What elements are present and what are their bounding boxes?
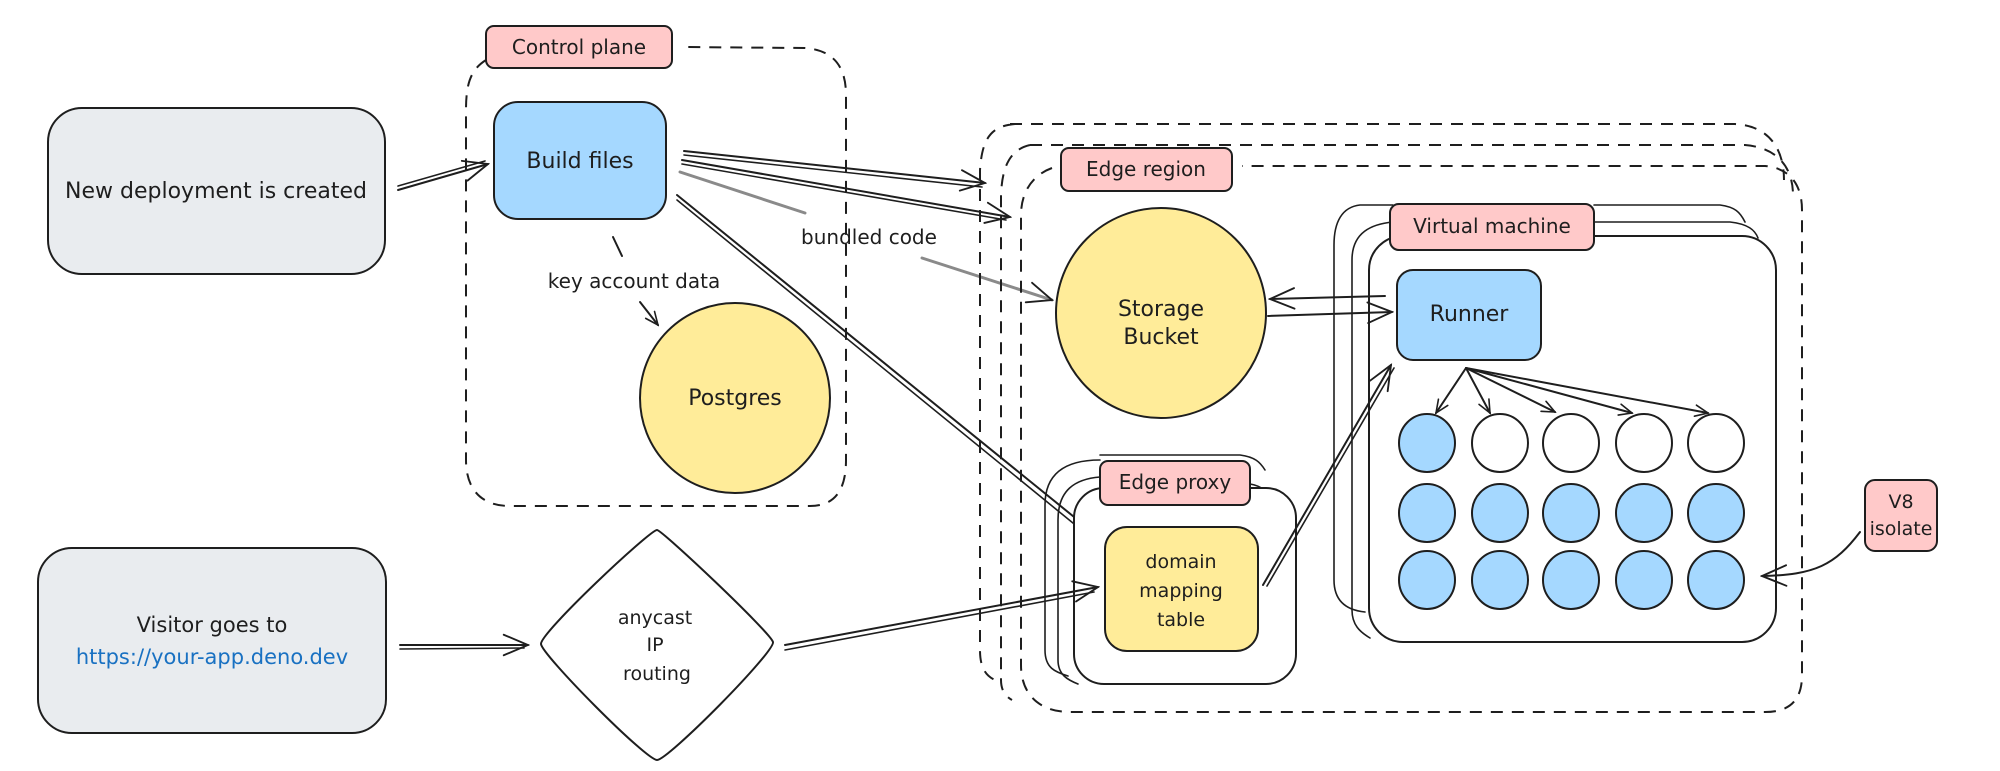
arrow-build-to-region-1: [683, 150, 985, 183]
build-files-node[interactable]: Build files: [493, 101, 667, 220]
postgres-node[interactable]: Postgres: [639, 302, 831, 494]
edge-region-tag-text: Edge region: [1086, 157, 1206, 181]
arrow-runner-to-storage: [1270, 296, 1386, 299]
v8-isolate-active: [1615, 483, 1673, 543]
domain-mapping-table-node[interactable]: domain mapping table: [1104, 526, 1259, 652]
key-account-data-label: key account data: [548, 269, 720, 293]
edge-build-to-postgres-top: [612, 236, 623, 257]
new-deployment-node[interactable]: New deployment is created: [47, 107, 386, 275]
storage-bucket-label-line2: Bucket: [1123, 325, 1199, 350]
vm-border-back-top: [1593, 204, 1746, 223]
postgres-label: Postgres: [688, 386, 782, 411]
anycast-line2: IP: [646, 634, 663, 656]
v8-isolate-active: [1687, 483, 1745, 543]
anycast-routing-node[interactable]: anycast IP routing: [540, 528, 774, 762]
v8-isolate-active: [1687, 550, 1745, 610]
arrow-build-to-region-1b: [683, 154, 983, 188]
anycast-line3: routing: [623, 663, 691, 685]
anycast-line1: anycast: [618, 607, 692, 629]
visitor-label: Visitor goes to: [137, 613, 288, 637]
visitor-node[interactable]: Visitor goes to https://your-app.deno.de…: [37, 547, 387, 734]
runner-label: Runner: [1430, 302, 1510, 327]
v8-isolate-active: [1471, 550, 1529, 610]
v8-isolate-active: [1398, 483, 1456, 543]
control-plane-tag: Control plane: [485, 25, 673, 69]
v8-isolate-tag[interactable]: V8 isolate: [1864, 479, 1938, 552]
edge-build-to-postgres-bottom: [639, 301, 658, 325]
edge-proxy-tag: Edge proxy: [1099, 460, 1251, 506]
visitor-link[interactable]: https://your-app.deno.dev: [76, 645, 348, 669]
v8-isolate-active: [1542, 550, 1600, 610]
storage-bucket-node[interactable]: Storage Bucket: [1055, 207, 1267, 419]
arrow-build-to-storage-b: [920, 256, 1052, 300]
v8-isolate-idle: [1687, 413, 1745, 473]
bundled-code-label: bundled code: [801, 225, 937, 249]
arrow-anycast-to-domain-mapping-b: [784, 591, 1095, 651]
v8-isolate-tag-line1: V8: [1888, 491, 1913, 513]
new-deployment-label: New deployment is created: [65, 179, 367, 204]
storage-bucket-label-line1: Storage: [1118, 297, 1204, 322]
v8-isolate-idle: [1471, 413, 1529, 473]
v8-isolate-tag-line2: isolate: [1870, 518, 1933, 540]
visitor-box: [37, 547, 387, 734]
arrow-deploy-to-build-shadow: [397, 160, 486, 187]
virtual-machine-tag: Virtual machine: [1389, 203, 1595, 251]
arrow-deploy-to-build: [397, 164, 488, 191]
architecture-diagram: New deployment is created Control plane …: [37, 25, 1938, 762]
domain-mapping-line1: domain: [1145, 551, 1216, 573]
v8-isolate-idle: [1615, 413, 1673, 473]
v8-isolate-active: [1542, 483, 1600, 543]
v8-isolate-active: [1398, 550, 1456, 610]
v8-isolate-idle: [1542, 413, 1600, 473]
edge-region-tag: Edge region: [1060, 147, 1233, 192]
control-plane-tag-text: Control plane: [512, 35, 646, 59]
isolate-grid: [1398, 413, 1745, 610]
runner-node[interactable]: Runner: [1396, 269, 1542, 361]
arrow-visitor-to-anycast-b: [399, 647, 525, 650]
v8-isolate-active: [1615, 550, 1673, 610]
domain-mapping-line2: mapping: [1139, 580, 1223, 602]
domain-mapping-line3: table: [1157, 609, 1205, 631]
arrow-anycast-to-domain-mapping: [784, 587, 1098, 646]
v8-isolate-active: [1398, 413, 1456, 473]
build-files-label: Build files: [526, 149, 633, 174]
virtual-machine-tag-text: Virtual machine: [1413, 214, 1571, 238]
v8-isolate-active: [1471, 483, 1529, 543]
edge-proxy-tag-text: Edge proxy: [1119, 470, 1232, 494]
